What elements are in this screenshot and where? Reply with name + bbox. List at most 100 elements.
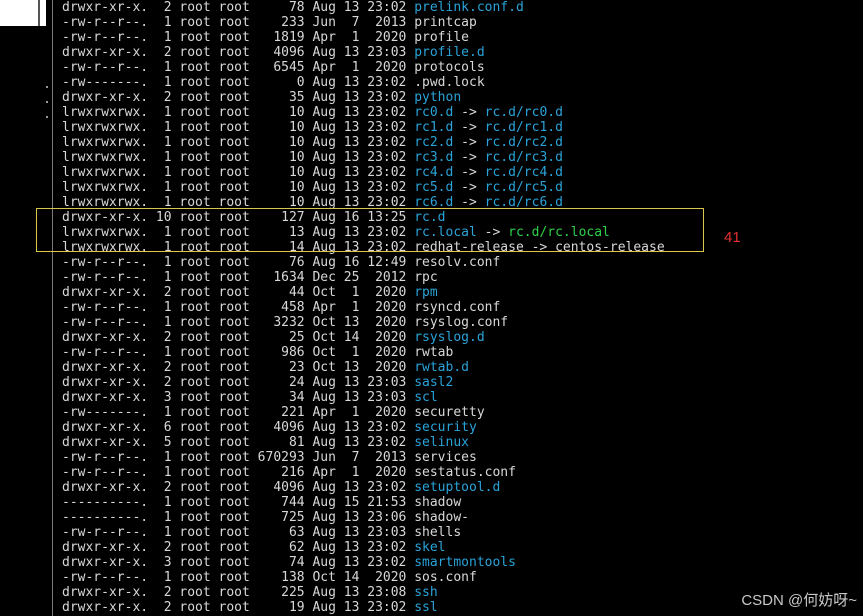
listing-row: drwxr-xr-x. 2 root root 35 Aug 13 23:02 … [62, 90, 863, 105]
left-edge-mark [38, 0, 40, 26]
listing-row: drwxr-xr-x. 2 root root 4096 Aug 13 23:0… [62, 480, 863, 495]
row-metadata: drwxr-xr-x. 2 root root 24 Aug 13 23:03 [62, 375, 415, 390]
listing-row: ----------. 1 root root 725 Aug 13 23:06… [62, 510, 863, 525]
file-name: rpc [414, 270, 438, 285]
link-arrow: -> [453, 180, 485, 195]
margin-dot [46, 86, 48, 88]
file-name: ssl [414, 600, 438, 615]
listing-row: drwxr-xr-x. 2 root root 24 Aug 13 23:03 … [62, 375, 863, 390]
listing-row: lrwxrwxrwx. 1 root root 10 Aug 13 23:02 … [62, 135, 863, 150]
file-name: sos.conf [414, 570, 477, 585]
file-name: rc1.d [414, 120, 454, 135]
file-name: security [414, 420, 477, 435]
row-metadata: -rw-r--r--. 1 root root 63 Aug 13 23:03 [62, 525, 415, 540]
file-name: selinux [414, 435, 469, 450]
listing-row: lrwxrwxrwx. 1 root root 10 Aug 13 23:02 … [62, 165, 863, 180]
row-metadata: drwxr-xr-x. 2 root root 44 Oct 1 2020 [62, 285, 415, 300]
row-metadata: -rw-r--r--. 1 root root 670293 Jun 7 201… [62, 450, 415, 465]
listing-row: -rw-------. 1 root root 0 Aug 13 23:02 .… [62, 75, 863, 90]
link-target: rc.d/rc3.d [484, 150, 563, 165]
row-metadata: ----------. 1 root root 744 Aug 15 21:53 [62, 495, 415, 510]
file-name: resolv.conf [414, 255, 501, 270]
link-arrow: -> [453, 135, 485, 150]
listing-row: -rw-------. 1 root root 221 Apr 1 2020 s… [62, 405, 863, 420]
file-name: rwtab [414, 345, 454, 360]
file-name: sestatus.conf [414, 465, 516, 480]
gutter-divider [52, 0, 53, 616]
row-metadata: lrwxrwxrwx. 1 root root 10 Aug 13 23:02 [62, 135, 415, 150]
listing-row: lrwxrwxrwx. 1 root root 10 Aug 13 23:02 … [62, 105, 863, 120]
file-name: python [414, 90, 462, 105]
row-metadata: -rw-r--r--. 1 root root 216 Apr 1 2020 [62, 465, 415, 480]
link-arrow: -> [453, 105, 485, 120]
listing-row: -rw-r--r--. 1 root root 138 Oct 14 2020 … [62, 570, 863, 585]
row-metadata: -rw-r--r--. 1 root root 458 Apr 1 2020 [62, 300, 415, 315]
link-arrow: -> [453, 165, 485, 180]
margin-dot [46, 101, 48, 103]
listing-row: drwxr-xr-x. 2 root root 44 Oct 1 2020 rp… [62, 285, 863, 300]
row-metadata: -rw-r--r--. 1 root root 6545 Apr 1 2020 [62, 60, 415, 75]
row-metadata: drwxr-xr-x. 5 root root 81 Aug 13 23:02 [62, 435, 415, 450]
link-target: rc.d/rc0.d [484, 105, 563, 120]
link-target: rc.d/rc4.d [484, 165, 563, 180]
margin-dot [46, 116, 48, 118]
row-metadata: lrwxrwxrwx. 1 root root 10 Aug 13 23:02 [62, 105, 415, 120]
row-metadata: -rw-r--r--. 1 root root 138 Oct 14 2020 [62, 570, 415, 585]
row-metadata: -rw-r--r--. 1 root root 233 Jun 7 2013 [62, 15, 415, 30]
row-metadata: -rw-------. 1 root root 0 Aug 13 23:02 [62, 75, 415, 90]
file-name: sasl2 [414, 375, 454, 390]
terminal-output[interactable]: drwxr-xr-x. 2 root root 78 Aug 13 23:02 … [62, 0, 863, 616]
row-metadata: ----------. 1 root root 725 Aug 13 23:06 [62, 510, 415, 525]
listing-row: drwxr-xr-x. 5 root root 81 Aug 13 23:02 … [62, 435, 863, 450]
listing-row: -rw-r--r--. 1 root root 1634 Dec 25 2012… [62, 270, 863, 285]
listing-row: lrwxrwxrwx. 1 root root 10 Aug 13 23:02 … [62, 180, 863, 195]
file-name: rc2.d [414, 135, 454, 150]
row-metadata: drwxr-xr-x. 2 root root 62 Aug 13 23:02 [62, 540, 415, 555]
file-name: profile.d [414, 45, 485, 60]
row-metadata: -rw-r--r--. 1 root root 1819 Apr 1 2020 [62, 30, 415, 45]
listing-row: lrwxrwxrwx. 1 root root 10 Aug 13 23:02 … [62, 150, 863, 165]
link-target: rc.d/rc2.d [484, 135, 563, 150]
file-name: rc4.d [414, 165, 454, 180]
listing-row: -rw-r--r--. 1 root root 458 Apr 1 2020 r… [62, 300, 863, 315]
file-name: prelink.conf.d [414, 0, 524, 15]
link-arrow: -> [453, 150, 485, 165]
annotation-label: 41 [724, 229, 741, 246]
listing-row: drwxr-xr-x. 2 root root 23 Oct 13 2020 r… [62, 360, 863, 375]
file-name: securetty [414, 405, 485, 420]
row-metadata: -rw-r--r--. 1 root root 76 Aug 16 12:49 [62, 255, 415, 270]
file-name: printcap [414, 15, 477, 30]
file-name: rpm [414, 285, 438, 300]
row-metadata: drwxr-xr-x. 2 root root 23 Oct 13 2020 [62, 360, 415, 375]
listing-row: -rw-r--r--. 1 root root 986 Oct 1 2020 r… [62, 345, 863, 360]
file-name: scl [414, 390, 438, 405]
row-metadata: lrwxrwxrwx. 1 root root 10 Aug 13 23:02 [62, 165, 415, 180]
listing-row: -rw-r--r--. 1 root root 63 Aug 13 23:03 … [62, 525, 863, 540]
listing-row: -rw-r--r--. 1 root root 6545 Apr 1 2020 … [62, 60, 863, 75]
link-target: rc.d/rc1.d [484, 120, 563, 135]
link-arrow: -> [453, 120, 485, 135]
file-name: rsyslog.d [414, 330, 485, 345]
file-name: ssh [414, 585, 438, 600]
link-target: rc.d/rc5.d [484, 180, 563, 195]
row-metadata: drwxr-xr-x. 2 root root 78 Aug 13 23:02 [62, 0, 415, 15]
listing-row: -rw-r--r--. 1 root root 670293 Jun 7 201… [62, 450, 863, 465]
listing-row: -rw-r--r--. 1 root root 3232 Oct 13 2020… [62, 315, 863, 330]
row-metadata: -rw-r--r--. 1 root root 986 Oct 1 2020 [62, 345, 415, 360]
file-name: smartmontools [414, 555, 516, 570]
row-metadata: lrwxrwxrwx. 1 root root 10 Aug 13 23:02 [62, 180, 415, 195]
row-metadata: drwxr-xr-x. 3 root root 34 Aug 13 23:03 [62, 390, 415, 405]
file-name: shells [414, 525, 462, 540]
row-metadata: drwxr-xr-x. 2 root root 4096 Aug 13 23:0… [62, 45, 415, 60]
listing-row: -rw-r--r--. 1 root root 1819 Apr 1 2020 … [62, 30, 863, 45]
row-metadata: lrwxrwxrwx. 1 root root 10 Aug 13 23:02 [62, 150, 415, 165]
file-name: setuptool.d [414, 480, 501, 495]
listing-row: -rw-r--r--. 1 root root 76 Aug 16 12:49 … [62, 255, 863, 270]
file-name: rsyncd.conf [414, 300, 501, 315]
watermark: CSDN @何妨呀~ [741, 592, 857, 609]
row-metadata: drwxr-xr-x. 2 root root 35 Aug 13 23:02 [62, 90, 415, 105]
file-name: rsyslog.conf [414, 315, 509, 330]
listing-row: -rw-r--r--. 1 root root 216 Apr 1 2020 s… [62, 465, 863, 480]
row-metadata: drwxr-xr-x. 2 root root 19 Aug 13 23:02 [62, 600, 415, 615]
file-name: skel [414, 540, 446, 555]
